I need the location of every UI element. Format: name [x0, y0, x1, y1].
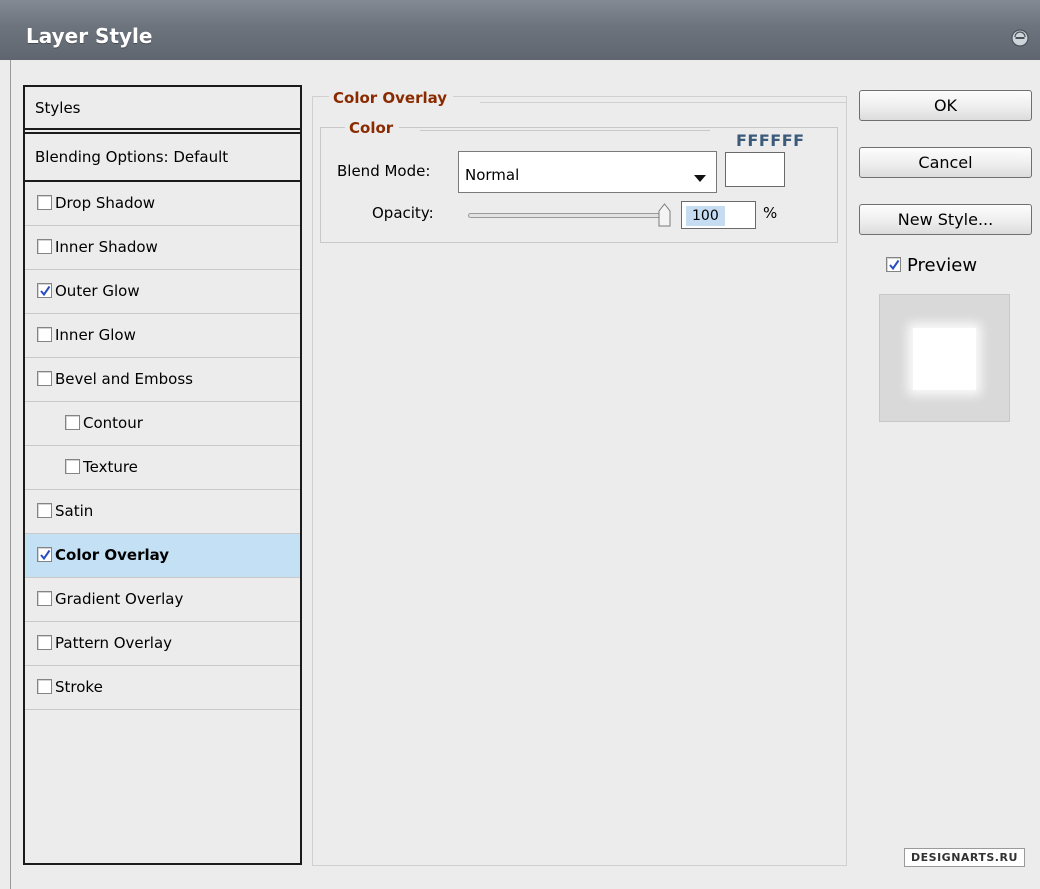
opacity-input[interactable]: 100: [681, 201, 756, 229]
style-checkbox[interactable]: [37, 239, 52, 254]
style-item-label: Inner Shadow: [55, 238, 158, 256]
cancel-button[interactable]: Cancel: [859, 147, 1032, 178]
color-hex-label: FFFFFF: [736, 131, 805, 150]
blending-options-row[interactable]: Blending Options: Default: [25, 136, 300, 180]
group-rule: [480, 102, 846, 103]
style-checkbox[interactable]: [37, 371, 52, 386]
close-icon[interactable]: [1010, 28, 1030, 48]
style-item-bevel-and-emboss[interactable]: Bevel and Emboss: [25, 358, 300, 402]
dropdown-arrow-icon[interactable]: [694, 169, 706, 187]
styles-header[interactable]: Styles: [25, 87, 300, 131]
style-checkbox[interactable]: [37, 327, 52, 342]
style-item-label: Pattern Overlay: [55, 634, 173, 652]
style-item-label: Drop Shadow: [55, 194, 156, 212]
preview-shape: [913, 328, 976, 390]
style-checkbox[interactable]: [65, 459, 80, 474]
style-checkbox[interactable]: [37, 283, 52, 298]
style-checkbox[interactable]: [37, 503, 52, 518]
subgroup-rule: [420, 130, 710, 131]
opacity-label: Opacity:: [372, 204, 434, 222]
title-bar[interactable]: Layer Style: [0, 0, 1040, 60]
blend-mode-value: Normal: [465, 166, 520, 184]
style-item-drop-shadow[interactable]: Drop Shadow: [25, 182, 300, 226]
style-item-contour[interactable]: Contour: [25, 402, 300, 446]
style-checkbox[interactable]: [37, 591, 52, 606]
style-item-texture[interactable]: Texture: [25, 446, 300, 490]
style-item-inner-shadow[interactable]: Inner Shadow: [25, 226, 300, 270]
style-item-outer-glow[interactable]: Outer Glow: [25, 270, 300, 314]
style-checkbox[interactable]: [37, 547, 52, 562]
style-item-label: Outer Glow: [55, 282, 140, 300]
dialog-title: Layer Style: [26, 24, 153, 48]
style-item-label: Gradient Overlay: [55, 590, 184, 608]
preview-thumbnail: [879, 294, 1010, 422]
style-item-label: Satin: [55, 502, 94, 520]
style-item-label: Bevel and Emboss: [55, 370, 193, 388]
style-checkbox[interactable]: [37, 679, 52, 694]
preview-label: Preview: [907, 255, 978, 276]
style-item-label: Contour: [83, 414, 143, 432]
style-item-stroke[interactable]: Stroke: [25, 666, 300, 710]
style-checkbox[interactable]: [65, 415, 80, 430]
style-item-label: Texture: [83, 458, 138, 476]
overlay-color-swatch[interactable]: [725, 152, 785, 187]
color-subgroup-title: Color: [345, 119, 400, 137]
styles-list: Styles Blending Options: Default Drop Sh…: [23, 85, 302, 865]
blend-mode-select[interactable]: Normal: [458, 151, 717, 193]
style-item-label: Stroke: [55, 678, 103, 696]
preview-checkbox[interactable]: [886, 257, 901, 272]
styles-header-label: Styles: [35, 99, 81, 117]
opacity-value: 100: [686, 206, 725, 226]
style-item-pattern-overlay[interactable]: Pattern Overlay: [25, 622, 300, 666]
style-item-label: Color Overlay: [55, 546, 170, 564]
style-item-label: Inner Glow: [55, 326, 136, 344]
blending-options-label: Blending Options: Default: [35, 148, 229, 166]
ok-button[interactable]: OK: [859, 90, 1032, 121]
style-checkbox[interactable]: [37, 195, 52, 210]
blend-mode-label: Blend Mode:: [337, 162, 431, 180]
opacity-unit: %: [763, 204, 778, 222]
new-style-button[interactable]: New Style...: [859, 204, 1032, 235]
style-item-satin[interactable]: Satin: [25, 490, 300, 534]
watermark: DESIGNARTS.RU: [904, 848, 1025, 867]
opacity-slider-thumb[interactable]: [658, 203, 671, 231]
style-checkbox[interactable]: [37, 635, 52, 650]
style-item-inner-glow[interactable]: Inner Glow: [25, 314, 300, 358]
layer-style-dialog: Layer Style Styles Blending Options: Def…: [0, 0, 1040, 889]
style-item-gradient-overlay[interactable]: Gradient Overlay: [25, 578, 300, 622]
opacity-slider-track[interactable]: [468, 213, 670, 218]
style-item-color-overlay[interactable]: Color Overlay: [25, 534, 300, 578]
divider: [25, 128, 300, 134]
color-overlay-title: Color Overlay: [329, 89, 454, 107]
